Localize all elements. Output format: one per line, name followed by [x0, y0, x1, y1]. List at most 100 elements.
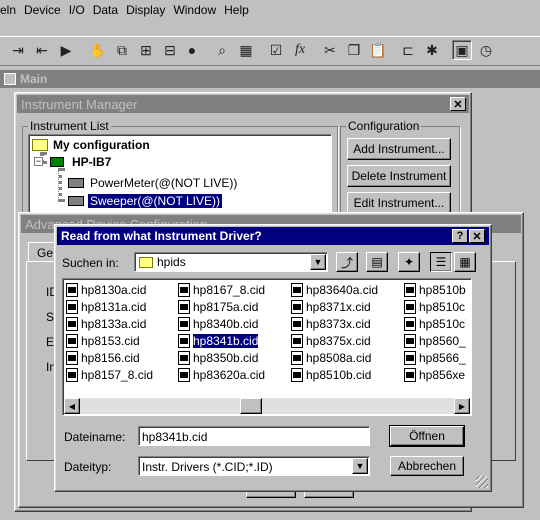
file-list-item[interactable]: hp8133a.cid	[66, 316, 146, 332]
chevron-down-icon[interactable]: ▼	[310, 254, 326, 270]
copy-icon[interactable]: ❐	[344, 40, 364, 60]
driver-file-icon	[291, 351, 303, 365]
import-icon[interactable]: ⇥	[8, 40, 28, 60]
file-list-item[interactable]: hp8373x.cid	[291, 316, 371, 332]
driver-file-icon	[66, 300, 78, 314]
run-icon[interactable]: ▶	[56, 40, 76, 60]
instrument-manager-titlebar: Instrument Manager	[17, 95, 469, 113]
step-out-icon[interactable]: ⊟	[160, 40, 180, 60]
menu-window[interactable]: Window	[173, 3, 216, 20]
file-list-item[interactable]: hp8510b.cid	[291, 367, 371, 383]
file-name-label: hp8510b5.	[419, 283, 466, 297]
menu-help[interactable]: Help	[224, 3, 249, 20]
details-view-icon[interactable]: ▦	[454, 252, 476, 272]
instrument-list-label: Instrument List	[28, 119, 111, 133]
help-button[interactable]: ?	[452, 229, 468, 243]
stop-icon[interactable]: ●	[182, 40, 202, 60]
folder-icon	[139, 256, 153, 268]
tree-instrument-item[interactable]: PowerMeter(@(NOT LIVE))	[90, 176, 237, 190]
edit-instrument-button[interactable]: Edit Instrument...	[347, 192, 451, 214]
scroll-left-icon[interactable]: ◀	[64, 398, 80, 414]
file-list-item[interactable]: hp8510b5.	[404, 282, 466, 298]
menu-device[interactable]: Device	[24, 3, 61, 20]
scroll-right-icon[interactable]: ▶	[454, 398, 470, 414]
file-list-item[interactable]: hp83620a.cid	[178, 367, 265, 383]
open-button[interactable]: Öffnen	[389, 425, 465, 447]
file-list-item[interactable]: hp83640a.cid	[291, 282, 378, 298]
delete-instrument-button[interactable]: Delete Instrument	[347, 165, 451, 187]
file-list-item[interactable]: hp8341b.cid	[178, 333, 260, 349]
find-icon[interactable]: ⌕	[212, 40, 232, 60]
look-in-select[interactable]: hpids	[134, 252, 328, 272]
debug-icon[interactable]: ✱	[422, 40, 442, 60]
file-list-item[interactable]: hp8131a.cid	[66, 299, 146, 315]
file-list-item[interactable]: hp8157_8.cid	[66, 367, 153, 383]
file-list-item[interactable]: hp8510c7.	[404, 316, 466, 332]
panel-icon[interactable]: ▣	[452, 40, 472, 60]
file-list-item[interactable]: hp8350b.cid	[178, 350, 258, 366]
file-list-item[interactable]: hp8510c.c	[404, 299, 466, 315]
filename-input[interactable]: hp8341b.cid	[138, 426, 370, 446]
tree-bus-label[interactable]: HP-IB7	[72, 155, 111, 169]
file-list-item[interactable]: hp8156.cid	[66, 350, 140, 366]
file-list-item[interactable]: hp8375x.cid	[291, 333, 371, 349]
file-list-item[interactable]: hp8566_8.	[404, 350, 466, 366]
menu-io[interactable]: I/O	[69, 3, 85, 20]
file-list-item[interactable]: hp856xe.c	[404, 367, 466, 383]
instrument-manager-title: Instrument Manager	[21, 96, 138, 112]
function-icon[interactable]: fx	[290, 40, 310, 60]
driver-file-icon	[178, 368, 190, 382]
file-list-item[interactable]: hp8153.cid	[66, 333, 140, 349]
new-folder-icon[interactable]: ✦	[398, 252, 420, 272]
chevron-down-icon[interactable]: ▼	[352, 458, 368, 474]
filetype-select[interactable]: Instr. Drivers (*.CID;*.ID)	[138, 456, 370, 476]
step-into-icon[interactable]: ⊞	[136, 40, 156, 60]
tree-expand-icon[interactable]: −	[34, 157, 43, 166]
list-view-icon[interactable]: ☰	[430, 252, 452, 272]
menu-data[interactable]: Data	[93, 3, 118, 20]
file-list-item[interactable]: hp8508a.cid	[291, 350, 371, 366]
driver-file-icon	[66, 368, 78, 382]
file-name-label: hp8508a.cid	[306, 351, 372, 365]
driver-file-icon	[291, 317, 303, 331]
configuration-label: Configuration	[346, 119, 422, 133]
step-icon[interactable]: ⧉	[112, 40, 132, 60]
filetype-value: Instr. Drivers (*.CID;*.ID)	[142, 460, 273, 474]
instrument-manager-close-button[interactable]: ✕	[450, 97, 466, 111]
file-list-item[interactable]: hp8175a.cid	[178, 299, 258, 315]
tree-instrument-item-selected[interactable]: Sweeper(@(NOT LIVE))	[87, 193, 223, 209]
horizontal-scrollbar[interactable]	[64, 398, 470, 414]
file-dialog-title: Read from what Instrument Driver?	[61, 229, 262, 243]
export-icon[interactable]: ⇤	[32, 40, 52, 60]
file-list-item[interactable]: hp8560_3.	[404, 333, 466, 349]
file-list-item[interactable]: hp8130a.cid	[66, 282, 146, 298]
properties-icon[interactable]: ☑	[266, 40, 286, 60]
clock-icon[interactable]: ◷	[476, 40, 496, 60]
cut-icon[interactable]: ✂	[320, 40, 340, 60]
desktop-icon[interactable]: ▤	[366, 252, 388, 272]
paste-icon[interactable]: 📋	[368, 40, 388, 60]
filename-value: hp8341b.cid	[142, 430, 208, 444]
driver-file-icon	[178, 317, 190, 331]
file-list-item[interactable]: hp8371x.cid	[291, 299, 371, 315]
menu-eln[interactable]: eln	[0, 3, 16, 20]
field-label-e: E	[46, 335, 55, 349]
menu-display[interactable]: Display	[126, 3, 165, 20]
up-folder-icon[interactable]: ⤴	[336, 252, 358, 272]
file-name-label: hp8167_8.cid	[193, 283, 266, 297]
zoom-icon[interactable]: ▦	[236, 40, 256, 60]
network-icon[interactable]: ⊏	[398, 40, 418, 60]
cancel-button[interactable]: Abbrechen	[390, 456, 464, 476]
hand-icon[interactable]: ✋	[88, 40, 108, 60]
add-instrument-button[interactable]: Add Instrument...	[347, 138, 451, 160]
driver-file-icon	[404, 283, 416, 297]
file-dialog-close-button[interactable]: ✕	[469, 229, 485, 243]
driver-file-icon	[404, 368, 416, 382]
file-name-label: hp8510c7.	[419, 317, 466, 331]
file-list-item[interactable]: hp8340b.cid	[178, 316, 258, 332]
resize-grip-icon[interactable]	[476, 476, 488, 488]
tree-root-label[interactable]: My configuration	[53, 138, 150, 152]
scroll-thumb[interactable]	[240, 398, 262, 414]
file-name-label: hp8560_3.	[419, 334, 466, 348]
file-list-item[interactable]: hp8167_8.cid	[178, 282, 265, 298]
